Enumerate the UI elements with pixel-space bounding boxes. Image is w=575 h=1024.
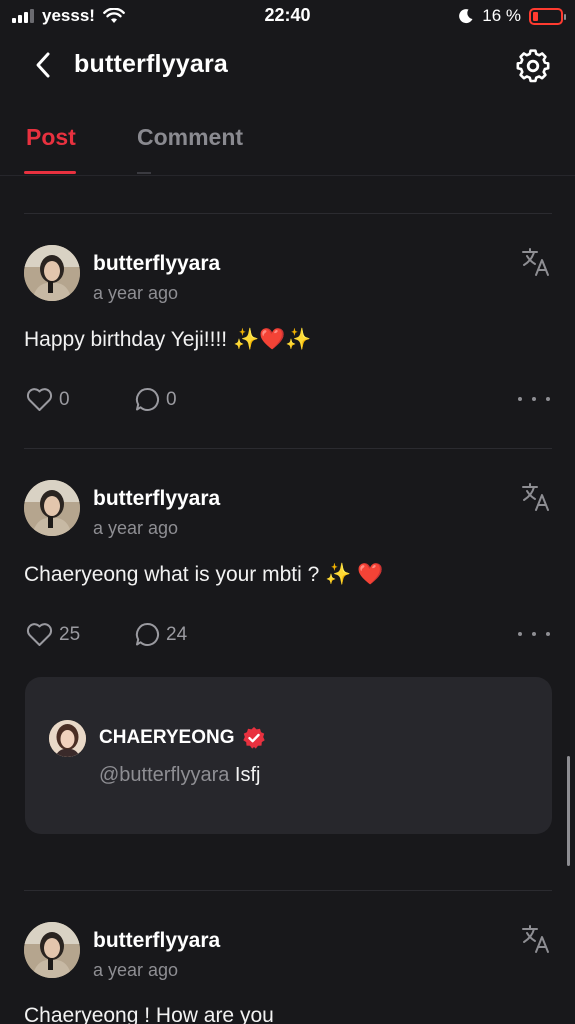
avatar[interactable] xyxy=(24,922,80,978)
reply-mention[interactable]: @butterflyyara xyxy=(99,764,229,786)
post-text: Chaeryeong ! How are you xyxy=(24,1004,274,1024)
translate-icon xyxy=(522,925,549,953)
like-count: 25 xyxy=(59,623,81,645)
header: butterflyyara xyxy=(0,36,575,96)
heart-icon xyxy=(26,623,53,646)
battery-low-icon xyxy=(529,7,566,25)
reply-text-row: @butterflyyara Isfj xyxy=(99,764,260,787)
heart-icon xyxy=(26,388,53,411)
back-button[interactable] xyxy=(28,50,58,80)
settings-button[interactable] xyxy=(515,48,551,84)
reply-author-row: CHAERYEONG xyxy=(99,726,266,750)
post-author[interactable]: butterflyyara xyxy=(93,929,220,953)
status-bar: yesss! 22:40 16 % xyxy=(0,0,575,32)
post-time: a year ago xyxy=(93,960,179,980)
post-divider xyxy=(24,448,552,449)
post-text: Chaeryeong what is your mbti ? ✨ ❤️ xyxy=(24,563,384,586)
moon-icon xyxy=(459,9,473,24)
tab-bar: Post Comment xyxy=(0,118,575,176)
reply-text: Isfj xyxy=(234,764,261,786)
post-text: Happy birthday Yeji!!!! ✨❤️✨ xyxy=(24,328,312,351)
post-divider xyxy=(24,213,552,214)
translate-icon xyxy=(522,483,549,511)
avatar[interactable] xyxy=(24,245,80,301)
comment-button[interactable]: 24 xyxy=(135,622,187,647)
comment-button[interactable]: 0 xyxy=(135,387,177,412)
gear-icon xyxy=(516,49,550,83)
more-options-button[interactable] xyxy=(518,624,550,644)
translate-icon xyxy=(522,248,549,276)
comment-icon xyxy=(135,387,159,411)
tab-comment[interactable]: Comment xyxy=(137,124,243,151)
comment-count: 0 xyxy=(166,388,177,410)
page-title: butterflyyara xyxy=(74,50,229,78)
battery-percent: 16 % xyxy=(482,6,521,25)
comment-icon xyxy=(135,622,159,646)
avatar[interactable] xyxy=(24,480,80,536)
translate-button[interactable] xyxy=(520,481,552,513)
verified-badge-icon xyxy=(243,727,266,749)
post-author[interactable]: butterflyyara xyxy=(93,487,220,511)
active-tab-indicator xyxy=(24,171,76,174)
tab-post[interactable]: Post xyxy=(26,124,76,151)
like-button[interactable]: 0 xyxy=(26,387,70,412)
more-options-button[interactable] xyxy=(518,389,550,409)
post-time: a year ago xyxy=(93,518,179,538)
reply-avatar[interactable] xyxy=(49,720,86,757)
post-time: a year ago xyxy=(93,283,179,303)
status-right: 16 % xyxy=(458,6,566,26)
translate-button[interactable] xyxy=(520,246,552,278)
scrollbar[interactable] xyxy=(567,756,570,866)
post-divider xyxy=(24,890,552,891)
like-button[interactable]: 25 xyxy=(26,622,80,647)
comment-count: 24 xyxy=(166,623,188,645)
reply-author[interactable]: CHAERYEONG xyxy=(99,727,234,749)
translate-button[interactable] xyxy=(520,923,552,955)
post-author[interactable]: butterflyyara xyxy=(93,252,220,276)
like-count: 0 xyxy=(59,388,70,410)
chevron-left-icon xyxy=(36,52,50,78)
tab-indicator-inactive xyxy=(137,172,151,174)
reply-card[interactable]: CHAERYEONG @butterflyyara Isfj xyxy=(25,677,552,834)
